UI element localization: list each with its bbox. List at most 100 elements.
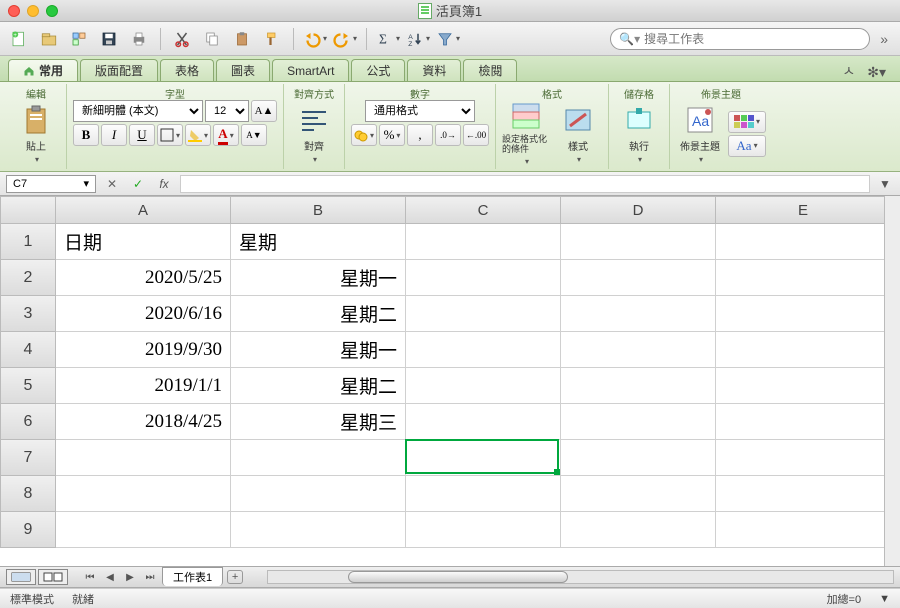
percent-button[interactable]: %	[379, 124, 405, 146]
font-size-select[interactable]: 12	[205, 100, 249, 122]
page-layout-view-button[interactable]	[38, 569, 68, 585]
cell-D3[interactable]	[561, 296, 716, 332]
autosum-button[interactable]: Σ	[375, 26, 401, 52]
first-sheet-button[interactable]: ⏮	[82, 570, 98, 584]
italic-button[interactable]: I	[101, 124, 127, 146]
number-format-select[interactable]: 通用格式	[365, 100, 475, 122]
cell-grid[interactable]: 日期星期2020/5/25星期一2020/6/16星期二2019/9/30星期一…	[56, 224, 900, 566]
cell-B2[interactable]: 星期一	[231, 260, 406, 296]
new-doc-button[interactable]: +	[6, 26, 32, 52]
cell-C9[interactable]	[406, 512, 561, 548]
paste-button[interactable]	[229, 26, 255, 52]
cell-styles-button[interactable]: 樣式	[554, 104, 602, 164]
tab-layout[interactable]: 版面配置	[80, 59, 158, 81]
align-big-button[interactable]: 對齊	[290, 104, 338, 164]
row-header-9[interactable]: 9	[0, 512, 56, 548]
cell-A5[interactable]: 2019/1/1	[56, 368, 231, 404]
cell-B5[interactable]: 星期二	[231, 368, 406, 404]
accept-formula-button[interactable]: ✓	[128, 175, 148, 193]
shrink-font-button[interactable]: A▼	[241, 124, 267, 146]
cell-D6[interactable]	[561, 404, 716, 440]
cell-B9[interactable]	[231, 512, 406, 548]
cell-E3[interactable]	[716, 296, 891, 332]
cell-E7[interactable]	[716, 440, 891, 476]
themes-button[interactable]: Aa 佈景主題	[676, 104, 724, 164]
decrease-decimal-button[interactable]: .0→	[435, 124, 461, 146]
cell-C4[interactable]	[406, 332, 561, 368]
tab-data[interactable]: 資料	[407, 59, 461, 81]
cell-D9[interactable]	[561, 512, 716, 548]
save-button[interactable]	[96, 26, 122, 52]
row-header-8[interactable]: 8	[0, 476, 56, 512]
last-sheet-button[interactable]: ⏭	[142, 570, 158, 584]
cell-D2[interactable]	[561, 260, 716, 296]
window-zoom-button[interactable]	[46, 5, 58, 17]
bold-button[interactable]: B	[73, 124, 99, 146]
next-sheet-button[interactable]: ▶	[122, 570, 138, 584]
status-dropdown-button[interactable]: ▼	[879, 593, 890, 605]
cell-actions-button[interactable]: 執行	[615, 104, 663, 164]
row-header-3[interactable]: 3	[0, 296, 56, 332]
cell-A6[interactable]: 2018/4/25	[56, 404, 231, 440]
cell-C5[interactable]	[406, 368, 561, 404]
row-header-5[interactable]: 5	[0, 368, 56, 404]
tab-charts[interactable]: 圖表	[216, 59, 270, 81]
expand-formula-button[interactable]: ▼	[876, 177, 894, 191]
cell-A7[interactable]	[56, 440, 231, 476]
row-header-2[interactable]: 2	[0, 260, 56, 296]
row-header-7[interactable]: 7	[0, 440, 56, 476]
tab-review[interactable]: 檢閱	[463, 59, 517, 81]
filter-button[interactable]	[435, 26, 461, 52]
cell-A4[interactable]: 2019/9/30	[56, 332, 231, 368]
window-minimize-button[interactable]	[27, 5, 39, 17]
print-button[interactable]	[126, 26, 152, 52]
cancel-formula-button[interactable]: ✕	[102, 175, 122, 193]
cell-A1[interactable]: 日期	[56, 224, 231, 260]
cell-E6[interactable]	[716, 404, 891, 440]
insert-function-button[interactable]: fx	[154, 175, 174, 193]
select-all-corner[interactable]	[0, 196, 56, 224]
theme-colors-button[interactable]	[728, 111, 766, 133]
format-painter-button[interactable]	[259, 26, 285, 52]
cell-A8[interactable]	[56, 476, 231, 512]
conditional-format-button[interactable]: 設定格式化的條件	[502, 104, 550, 164]
cell-D5[interactable]	[561, 368, 716, 404]
vertical-scrollbar[interactable]	[884, 196, 900, 566]
window-close-button[interactable]	[8, 5, 20, 17]
templates-button[interactable]	[66, 26, 92, 52]
search-input[interactable]	[644, 32, 861, 46]
cell-E9[interactable]	[716, 512, 891, 548]
cell-D4[interactable]	[561, 332, 716, 368]
cell-A2[interactable]: 2020/5/25	[56, 260, 231, 296]
overflow-button[interactable]: »	[874, 31, 894, 47]
sort-button[interactable]: AZ	[405, 26, 431, 52]
tab-tables[interactable]: 表格	[160, 59, 214, 81]
normal-view-button[interactable]	[6, 569, 36, 585]
comma-button[interactable]: ,	[407, 124, 433, 146]
cell-C6[interactable]	[406, 404, 561, 440]
name-box[interactable]: C7▾	[6, 175, 96, 193]
cell-E1[interactable]	[716, 224, 891, 260]
formula-input[interactable]	[180, 175, 870, 193]
horizontal-scrollbar[interactable]	[267, 570, 894, 584]
cell-A9[interactable]	[56, 512, 231, 548]
prev-sheet-button[interactable]: ◀	[102, 570, 118, 584]
redo-button[interactable]	[332, 26, 358, 52]
add-sheet-button[interactable]: +	[227, 570, 243, 584]
tab-formulas[interactable]: 公式	[351, 59, 405, 81]
column-header-A[interactable]: A	[56, 196, 231, 224]
row-header-4[interactable]: 4	[0, 332, 56, 368]
cell-B7[interactable]	[231, 440, 406, 476]
cell-C1[interactable]	[406, 224, 561, 260]
cell-B3[interactable]: 星期二	[231, 296, 406, 332]
column-header-D[interactable]: D	[561, 196, 716, 224]
theme-fonts-button[interactable]: Aa	[728, 135, 766, 157]
cell-C3[interactable]	[406, 296, 561, 332]
increase-decimal-button[interactable]: ←.00	[463, 124, 489, 146]
cell-B8[interactable]	[231, 476, 406, 512]
cell-A3[interactable]: 2020/6/16	[56, 296, 231, 332]
cell-B6[interactable]: 星期三	[231, 404, 406, 440]
cell-B4[interactable]: 星期一	[231, 332, 406, 368]
cell-E5[interactable]	[716, 368, 891, 404]
open-button[interactable]	[36, 26, 62, 52]
